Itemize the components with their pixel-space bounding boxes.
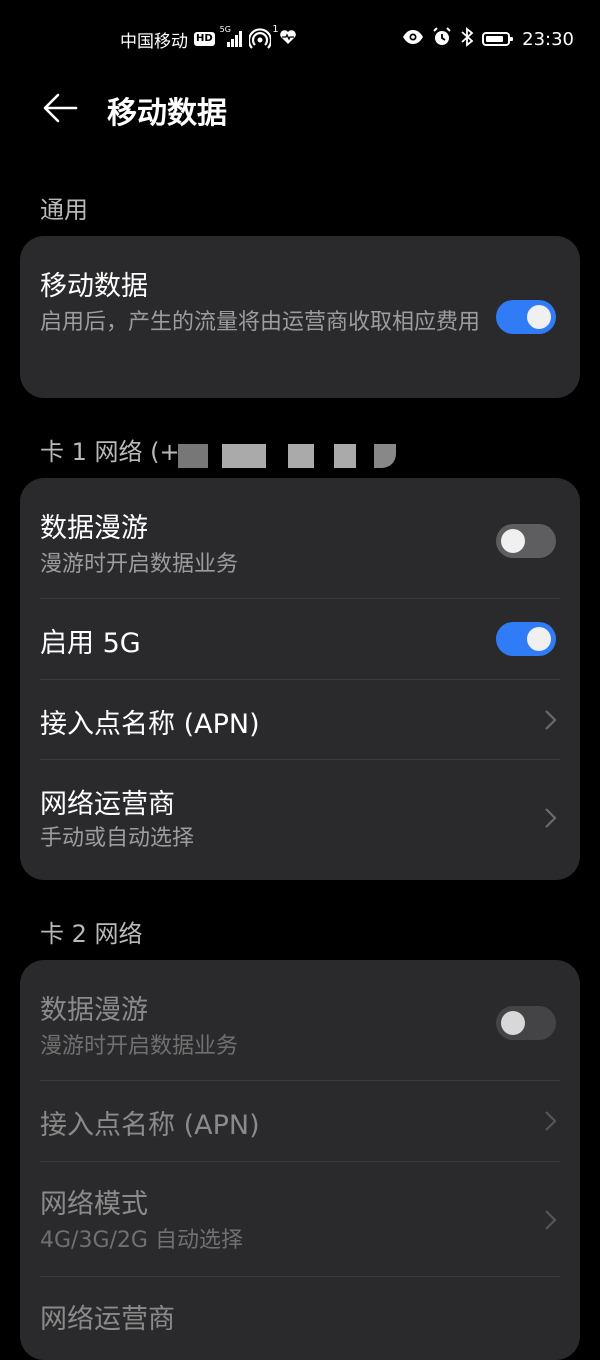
status-bar-left: 中国移动 HD 5G 1 <box>120 24 297 52</box>
sim1-5g-row[interactable]: 启用 5G <box>20 599 580 679</box>
heart-health-icon <box>279 29 297 50</box>
clock: 23:30 <box>522 28 574 50</box>
page-title: 移动数据 <box>107 96 227 131</box>
sim2-network-mode-row[interactable]: 网络模式 4G/3G/2G 自动选择 <box>20 1162 580 1276</box>
sim1-apn-title: 接入点名称 (APN) <box>40 709 260 740</box>
mobile-data-subtitle: 启用后，产生的流量将由运营商收取相应费用 <box>40 310 481 335</box>
section-label-card1: 卡 1 网络 (+ <box>40 438 180 466</box>
sim1-carrier-row[interactable]: 网络运营商 手动或自动选择 <box>20 760 580 880</box>
sim1-roaming-title: 数据漫游 <box>40 513 148 544</box>
redaction-block <box>374 444 396 468</box>
toggle-knob <box>527 627 551 651</box>
section-label-general: 通用 <box>40 196 88 224</box>
sim1-5g-toggle[interactable] <box>496 622 556 656</box>
back-arrow-icon <box>43 93 78 123</box>
battery-icon <box>482 32 514 46</box>
eye-comfort-icon <box>402 29 424 50</box>
sim2-roaming-row[interactable]: 数据漫游 漫游时开启数据业务 <box>20 960 580 1080</box>
redaction-block <box>222 444 266 468</box>
app-header: 移动数据 <box>0 76 600 146</box>
chevron-right-icon <box>545 1210 557 1230</box>
sim2-network-mode-subtitle: 4G/3G/2G 自动选择 <box>40 1228 243 1253</box>
chevron-right-icon <box>545 808 557 828</box>
back-button[interactable] <box>38 86 82 130</box>
chevron-right-icon <box>545 710 557 730</box>
sim1-roaming-row[interactable]: 数据漫游 漫游时开启数据业务 <box>20 478 580 598</box>
mobile-data-row[interactable]: 移动数据 启用后，产生的流量将由运营商收取相应费用 <box>20 236 580 398</box>
alarm-icon <box>432 26 452 52</box>
toggle-knob <box>501 529 525 553</box>
card-sim2: 数据漫游 漫游时开启数据业务 接入点名称 (APN) 网络模式 4G/3G/2G… <box>20 960 580 1360</box>
toggle-knob <box>501 1011 525 1035</box>
hd-badge: HD <box>194 32 215 46</box>
chevron-right-icon <box>545 1111 557 1131</box>
status-bar-right: 23:30 <box>402 26 574 52</box>
carrier-name: 中国移动 <box>120 31 188 52</box>
redaction-block <box>178 444 208 468</box>
mobile-data-toggle[interactable] <box>496 300 556 334</box>
sim2-network-mode-title: 网络模式 <box>40 1189 148 1220</box>
hotspot-count: 1 <box>272 24 279 35</box>
sim1-apn-row[interactable]: 接入点名称 (APN) <box>20 680 580 759</box>
toggle-knob <box>527 305 551 329</box>
redaction-block <box>334 444 356 468</box>
bluetooth-icon <box>460 26 474 52</box>
status-bar: 中国移动 HD 5G 1 23:30 <box>0 0 600 76</box>
sim2-apn-title: 接入点名称 (APN) <box>40 1110 260 1141</box>
sim1-roaming-toggle[interactable] <box>496 524 556 558</box>
sim1-roaming-subtitle: 漫游时开启数据业务 <box>40 552 239 577</box>
redaction-block <box>288 444 314 468</box>
sim1-carrier-subtitle: 手动或自动选择 <box>40 826 195 851</box>
sim2-roaming-toggle[interactable] <box>496 1006 556 1040</box>
sim2-carrier-row[interactable]: 网络运营商 <box>20 1277 580 1360</box>
sim1-5g-title: 启用 5G <box>40 628 141 659</box>
sim2-apn-row[interactable]: 接入点名称 (APN) <box>20 1081 580 1161</box>
network-type-label: 5G <box>219 25 231 34</box>
card-general: 移动数据 启用后，产生的流量将由运营商收取相应费用 <box>20 236 580 398</box>
sim2-carrier-title: 网络运营商 <box>40 1304 175 1335</box>
mobile-data-title: 移动数据 <box>40 271 148 302</box>
sim2-roaming-subtitle: 漫游时开启数据业务 <box>40 1034 239 1059</box>
sim1-carrier-title: 网络运营商 <box>40 789 175 820</box>
hotspot-icon: 1 <box>247 24 279 50</box>
card-sim1: 数据漫游 漫游时开启数据业务 启用 5G 接入点名称 (APN) 网络运营商 手… <box>20 478 580 880</box>
signal-icon: 5G <box>220 25 243 47</box>
section-label-card2: 卡 2 网络 <box>40 920 143 948</box>
sim2-roaming-title: 数据漫游 <box>40 995 148 1026</box>
